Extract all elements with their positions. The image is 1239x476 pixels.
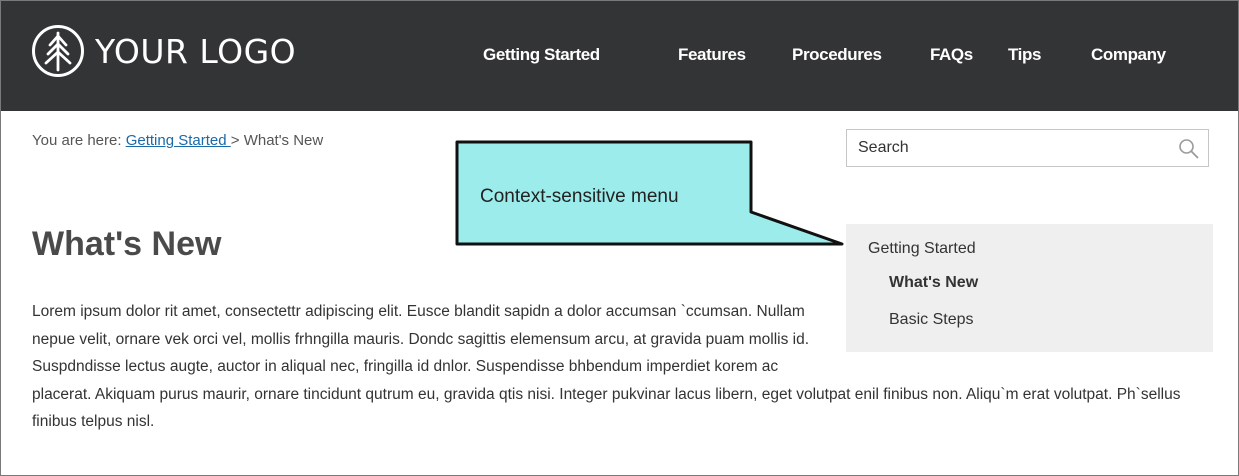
nav-getting-started[interactable]: Getting Started [483,45,600,65]
nav-company[interactable]: Company [1091,45,1166,65]
search-input[interactable] [847,130,1167,166]
search-icon[interactable] [1178,138,1199,159]
callout-text: Context-sensitive menu [480,186,679,207]
nav-procedures[interactable]: Procedures [792,45,882,65]
nav-tips[interactable]: Tips [1008,45,1041,65]
breadcrumb-separator: > [230,132,244,149]
breadcrumb-prefix: You are here: [32,132,126,149]
page-title: What's New [32,225,222,263]
breadcrumb: You are here: Getting Started > What's N… [32,132,323,149]
search-box [846,129,1209,167]
menu-item-whats-new[interactable]: What's New [889,274,978,292]
site-header: YOUR LOGO Getting Started Features Proce… [1,1,1238,111]
menu-float-spacer [827,298,1222,380]
menu-item-getting-started[interactable]: Getting Started [868,240,976,258]
body-paragraph: Lorem ipsum dolor rit amet, consectettr … [32,298,1222,436]
nav-features[interactable]: Features [678,45,746,65]
breadcrumb-link-getting-started[interactable]: Getting Started [126,132,231,149]
nav-faqs[interactable]: FAQs [930,45,973,65]
main-nav: Getting Started Features Procedures FAQs… [1,45,1238,75]
breadcrumb-current: What's New [243,132,324,149]
